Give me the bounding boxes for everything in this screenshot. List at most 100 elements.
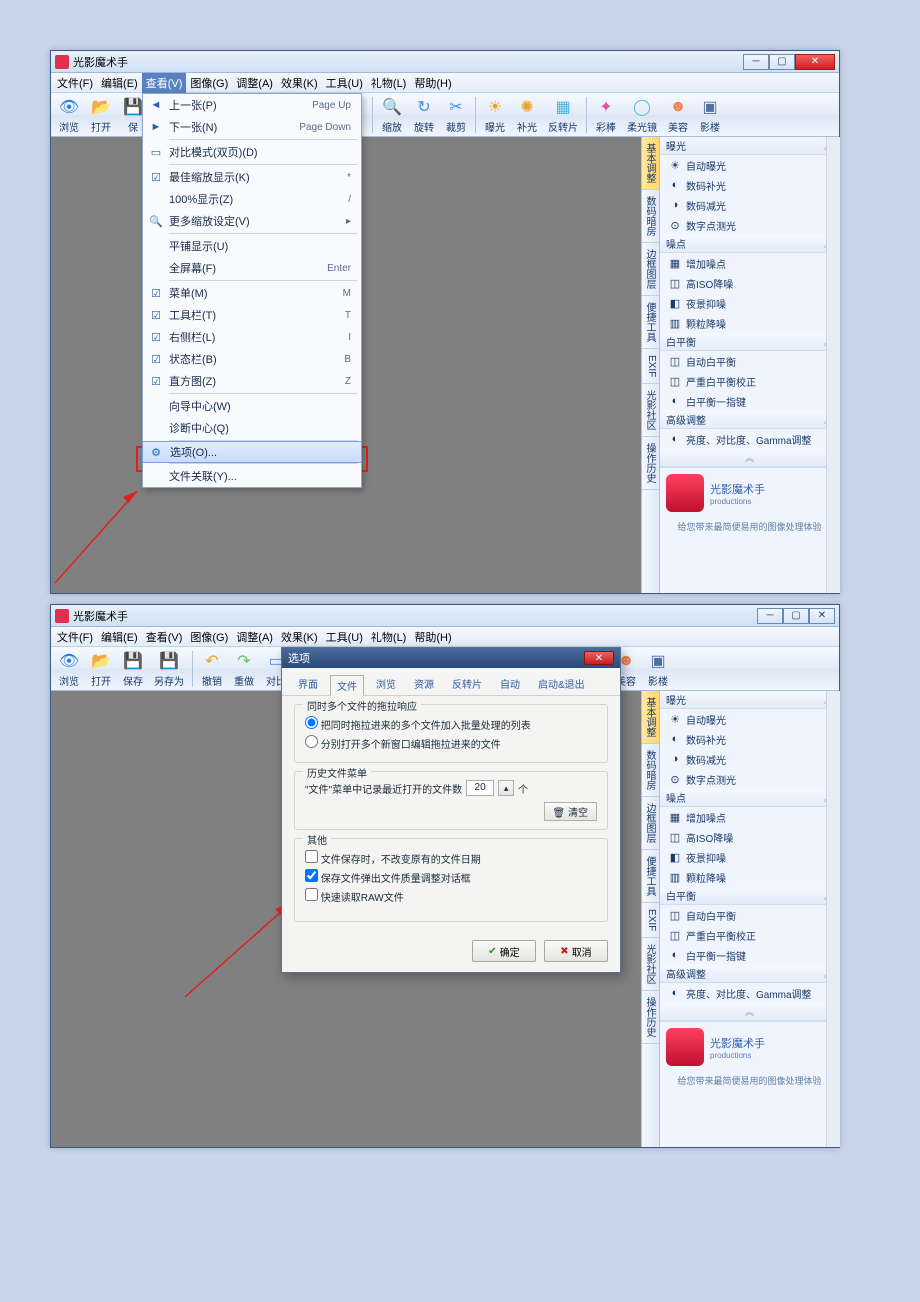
panel-item[interactable]: ◐白平衡一指键 bbox=[660, 945, 839, 965]
dlg-tab-resources[interactable]: 资源 bbox=[408, 674, 440, 695]
panel-item[interactable]: ◫自动白平衡 bbox=[660, 905, 839, 925]
view-menu-item[interactable]: ☑菜单(M)M bbox=[143, 282, 361, 304]
panel-item[interactable]: ◫严重白平衡校正 bbox=[660, 925, 839, 945]
view-menu-item[interactable]: ☑最佳缩放显示(K)* bbox=[143, 166, 361, 188]
menu-help[interactable]: 帮助(H) bbox=[410, 627, 455, 647]
view-menu-item[interactable]: ◄上一张(P)Page Up bbox=[143, 94, 361, 116]
menu-image[interactable]: 图像(G) bbox=[186, 73, 232, 93]
menu-effect[interactable]: 效果(K) bbox=[277, 73, 322, 93]
menu-help[interactable]: 帮助(H) bbox=[410, 73, 455, 93]
panel-item[interactable]: ◫严重白平衡校正 bbox=[660, 371, 839, 391]
view-menu-item[interactable]: 🔍更多缩放设定(V)▸ bbox=[143, 210, 361, 232]
view-menu-item[interactable]: 平铺显示(U) bbox=[143, 235, 361, 257]
panel-item[interactable]: ◫高ISO降噪 bbox=[660, 827, 839, 847]
tab-frame[interactable]: 边框图层 bbox=[642, 243, 659, 296]
view-menu-item[interactable]: 100%显示(Z)/ bbox=[143, 188, 361, 210]
tb-studio[interactable]: ▣影楼 bbox=[694, 94, 726, 136]
tb-browse[interactable]: 👁浏览 bbox=[53, 648, 85, 690]
panel-section-header[interactable]: 曝光︽ bbox=[660, 137, 839, 155]
panel-item[interactable]: ▦增加噪点 bbox=[660, 807, 839, 827]
tab-darkroom[interactable]: 数码暗房 bbox=[642, 744, 659, 797]
menu-gifts[interactable]: 礼物(L) bbox=[367, 73, 410, 93]
tab-history[interactable]: 操作历史 bbox=[642, 437, 659, 490]
tab-darkroom[interactable]: 数码暗房 bbox=[642, 190, 659, 243]
tab-community[interactable]: 光影社区 bbox=[642, 938, 659, 991]
ok-button[interactable]: ✔确定 bbox=[472, 940, 536, 962]
tb-browse[interactable]: 👁浏览 bbox=[53, 94, 85, 136]
scrollbar[interactable] bbox=[826, 691, 840, 1147]
tb-open[interactable]: 📂打开 bbox=[85, 94, 117, 136]
panel-item[interactable]: ◐亮度、对比度、Gamma调整 bbox=[660, 983, 839, 1003]
radio-batch[interactable]: 把同时拖拉进来的多个文件加入批量处理的列表 bbox=[305, 716, 597, 732]
chk-raw[interactable]: 快速读取RAW文件 bbox=[305, 888, 597, 904]
panel-item[interactable]: ◫高ISO降噪 bbox=[660, 273, 839, 293]
tb-zoom[interactable]: 🔍缩放 bbox=[376, 94, 408, 136]
view-menu-item[interactable]: ☑状态栏(B)B bbox=[143, 348, 361, 370]
panel-section-header[interactable]: 白平衡︽ bbox=[660, 887, 839, 905]
view-menu-item[interactable]: ☑工具栏(T)T bbox=[143, 304, 361, 326]
view-menu-item[interactable]: 向导中心(W) bbox=[143, 395, 361, 417]
tb-crop[interactable]: ✂裁剪 bbox=[440, 94, 472, 136]
menu-view[interactable]: 查看(V) bbox=[142, 73, 187, 93]
tab-basic[interactable]: 基本调整 bbox=[642, 137, 659, 190]
view-menu-item[interactable]: ⚙选项(O)... bbox=[142, 441, 362, 463]
view-menu-item[interactable]: 全屏幕(F)Enter bbox=[143, 257, 361, 279]
panel-item[interactable]: ⊙数字点测光 bbox=[660, 769, 839, 789]
cancel-button[interactable]: ✖取消 bbox=[544, 940, 608, 962]
menu-edit[interactable]: 编辑(E) bbox=[97, 73, 142, 93]
tb-saveas[interactable]: 💾另存为 bbox=[149, 648, 189, 690]
panel-item[interactable]: ◐数码补光 bbox=[660, 175, 839, 195]
tb-wand[interactable]: ✦彩棒 bbox=[590, 94, 622, 136]
panel-item[interactable]: ◑数码减光 bbox=[660, 749, 839, 769]
menu-view[interactable]: 查看(V) bbox=[142, 627, 187, 647]
panel-item[interactable]: ⊙数字点测光 bbox=[660, 215, 839, 235]
view-menu-item[interactable]: 诊断中心(Q) bbox=[143, 417, 361, 439]
tb-open[interactable]: 📂打开 bbox=[85, 648, 117, 690]
dlg-tab-ui[interactable]: 界面 bbox=[292, 674, 324, 695]
history-count-input[interactable]: 20 bbox=[466, 780, 494, 796]
view-menu-item[interactable]: ►下一张(N)Page Down bbox=[143, 116, 361, 138]
panel-item[interactable]: ◐白平衡一指键 bbox=[660, 391, 839, 411]
maximize-button[interactable]: ▢ bbox=[769, 54, 795, 70]
dlg-tab-reversal[interactable]: 反转片 bbox=[446, 674, 488, 695]
panel-section-header[interactable]: 噪点︽ bbox=[660, 789, 839, 807]
close-button[interactable]: ✕ bbox=[809, 608, 835, 624]
clear-button[interactable]: 🗑 清空 bbox=[544, 802, 597, 821]
view-menu-item[interactable]: ☑直方图(Z)Z bbox=[143, 370, 361, 392]
panel-item[interactable]: ☀自动曝光 bbox=[660, 155, 839, 175]
tb-rotate[interactable]: ↻旋转 bbox=[408, 94, 440, 136]
menu-effect[interactable]: 效果(K) bbox=[277, 627, 322, 647]
panel-section-header[interactable]: 高级调整︽ bbox=[660, 965, 839, 983]
panel-item[interactable]: ◧夜景抑噪 bbox=[660, 847, 839, 867]
dlg-tab-startup[interactable]: 启动&退出 bbox=[532, 674, 591, 695]
panel-section-header[interactable]: 高级调整︽ bbox=[660, 411, 839, 429]
dlg-tab-browse[interactable]: 浏览 bbox=[370, 674, 402, 695]
tb-flip[interactable]: ▦反转片 bbox=[543, 94, 583, 136]
tab-community[interactable]: 光影社区 bbox=[642, 384, 659, 437]
panel-section-header[interactable]: 噪点︽ bbox=[660, 235, 839, 253]
panel-item[interactable]: ◐亮度、对比度、Gamma调整 bbox=[660, 429, 839, 449]
menu-image[interactable]: 图像(G) bbox=[186, 627, 232, 647]
radio-newwin[interactable]: 分别打开多个新窗口编辑拖拉进来的文件 bbox=[305, 735, 597, 751]
maximize-button[interactable]: ▢ bbox=[783, 608, 809, 624]
panel-item[interactable]: ☀自动曝光 bbox=[660, 709, 839, 729]
menu-adjust[interactable]: 调整(A) bbox=[232, 73, 277, 93]
tab-basic[interactable]: 基本调整 bbox=[642, 691, 659, 744]
tb-save[interactable]: 💾保存 bbox=[117, 648, 149, 690]
tb-soft[interactable]: ◯柔光镜 bbox=[622, 94, 662, 136]
chk-keepdate[interactable]: 文件保存时，不改变原有的文件日期 bbox=[305, 850, 597, 866]
panel-section-header[interactable]: 曝光︽ bbox=[660, 691, 839, 709]
menu-file[interactable]: 文件(F) bbox=[53, 627, 97, 647]
close-button[interactable]: ✕ bbox=[795, 54, 835, 70]
tab-frame[interactable]: 边框图层 bbox=[642, 797, 659, 850]
menu-tools[interactable]: 工具(U) bbox=[322, 73, 367, 93]
tab-exif[interactable]: EXIF bbox=[642, 349, 659, 384]
menu-file[interactable]: 文件(F) bbox=[53, 73, 97, 93]
scrollbar[interactable] bbox=[826, 137, 840, 593]
panel-item[interactable]: ▥颗粒降噪 bbox=[660, 313, 839, 333]
tb-exposure[interactable]: ☀曝光 bbox=[479, 94, 511, 136]
history-spin[interactable]: ▴ bbox=[498, 780, 514, 796]
tb-undo[interactable]: ↶撤销 bbox=[196, 648, 228, 690]
view-menu-item[interactable]: 文件关联(Y)... bbox=[143, 465, 361, 487]
chk-quality[interactable]: 保存文件弹出文件质量调整对话框 bbox=[305, 869, 597, 885]
